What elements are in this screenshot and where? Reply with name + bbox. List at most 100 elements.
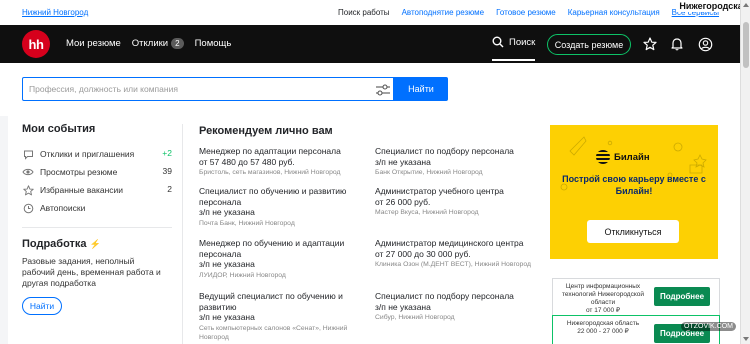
main-content: Мои события Отклики и приглашения +2 Про… (8, 116, 740, 344)
beeline-brand: Билайн (596, 150, 650, 164)
banner-respond-button[interactable]: Откликнуться (587, 220, 679, 243)
ad-employer: Центр информационных технологий Нижегоро… (561, 283, 645, 306)
vacancy-salary: з/п не указана (199, 207, 255, 217)
beeline-logo-icon (596, 150, 610, 164)
ad-more-button[interactable]: Подробнее (654, 287, 710, 306)
banner-slogan: Построй свою карьеру вместе с Билайн! (562, 174, 706, 196)
vacancy-company: Бристоль, сеть магазинов, Нижний Новгоро… (199, 169, 341, 176)
vacancy-salary: з/п не указана (199, 312, 255, 322)
favorites-star-icon[interactable] (642, 36, 658, 52)
recommendations-panel: Рекомендуем лично вам Менеджер по адапта… (199, 125, 539, 341)
watermark: OTZOVIK.COM (681, 322, 736, 331)
ad-card[interactable]: Центр информационных технологий Нижегоро… (552, 278, 720, 316)
event-label: Просмотры резюме (40, 167, 118, 177)
main-header: hh Мои резюме Отклики 2 Помощь Поиск Созд… (0, 25, 740, 63)
vacancy-card[interactable]: Менеджер по адаптации персонала от 57 48… (199, 146, 364, 177)
event-label: Избранные вакансии (40, 185, 124, 195)
vacancy-company: Сеть компьютерных салонов «Сенат», Нижни… (199, 324, 348, 341)
ad-salary: от 17 000 ₽ (585, 307, 621, 314)
vacancy-company: Банк Открытие, Нижний Новгород (375, 169, 483, 176)
event-item-views[interactable]: Просмотры резюме 39 (22, 163, 172, 181)
scrollbar-thumb[interactable] (743, 22, 749, 68)
part-time-title: Подработка ⚡ (22, 238, 172, 250)
ad-employer: Нижегородская область (566, 320, 640, 327)
service-link-career-consult[interactable]: Карьерная консультация (568, 8, 660, 17)
service-link-job-search[interactable]: Поиск работы (338, 8, 390, 17)
vacancy-salary: от 26 000 руб. (375, 196, 431, 207)
events-title: Мои события (22, 123, 96, 135)
vacancy-company: ЛУИДОР, Нижний Новгород (199, 271, 286, 279)
event-item-responses[interactable]: Отклики и приглашения +2 (22, 145, 172, 163)
filters-icon[interactable] (375, 83, 391, 102)
vacancy-company: Почта Банк, Нижний Новгород (199, 219, 295, 227)
vacancy-title[interactable]: Ведущий специалист по обучению и развити… (199, 291, 349, 312)
event-item-autosearch[interactable]: Автопоиски (22, 199, 172, 217)
part-time-find-button[interactable]: Найти (22, 297, 62, 315)
part-time-section: Подработка ⚡ Разовые задания, неполный р… (22, 238, 172, 315)
nav-responses-label: Отклики (131, 38, 169, 49)
beeline-brand-name: Билайн (614, 151, 650, 163)
vacancy-title[interactable]: Специалист по подбору персонала (375, 146, 540, 157)
star-icon (22, 184, 34, 196)
vacancy-title[interactable]: Администратор учебного центра (375, 186, 540, 197)
nav-my-resumes[interactable]: Мои резюме (66, 38, 121, 49)
service-link-autoraise[interactable]: Автоподнятие резюме (402, 8, 485, 17)
vacancy-title[interactable]: Менеджер по адаптации персонала (199, 146, 364, 157)
vacancy-card[interactable]: Ведущий специалист по обучению и развити… (199, 291, 349, 342)
responses-count-badge: 2 (171, 38, 184, 49)
recommendations-title: Рекомендуем лично вам (199, 125, 333, 137)
my-events-panel: Мои события Отклики и приглашения +2 Про… (22, 123, 172, 315)
header-nav: Мои резюме Отклики 2 Помощь (66, 38, 231, 49)
search-field-wrapper (22, 77, 394, 101)
create-resume-button[interactable]: Создать резюме (547, 34, 631, 55)
vacancy-title[interactable]: Специалист по обучению и развитию персон… (199, 186, 349, 207)
event-count: 39 (162, 166, 172, 176)
vacancy-salary: з/п не указана (375, 301, 431, 312)
ad-salary: 22 000 - 27 000 ₽ (577, 328, 629, 335)
beeline-banner[interactable]: Билайн Построй свою карьеру вместе с Бил… (550, 125, 718, 259)
clock-icon (22, 202, 34, 214)
vacancy-card[interactable]: Специалист по подбору персонала з/п не у… (375, 146, 540, 177)
event-item-favorites[interactable]: Избранные вакансии 2 (22, 181, 172, 199)
scroll-up-arrow-icon[interactable] (743, 3, 749, 7)
vacancy-salary: от 57 480 до 57 480 руб. (199, 156, 295, 167)
profile-icon[interactable] (697, 36, 713, 52)
vacancy-salary: от 27 000 до 30 000 руб. (375, 248, 471, 259)
search-bar-section: Найти (0, 63, 740, 116)
vacancy-card[interactable]: Администратор учебного центра от 26 000 … (375, 186, 540, 217)
vacancy-salary: з/п не указана (199, 259, 255, 269)
vacancy-salary: з/п не указана (375, 156, 431, 167)
header-search-link[interactable]: Поиск (492, 36, 536, 61)
page-scrollbar[interactable] (740, 0, 750, 344)
ad-text: Нижегородская область 22 000 - 27 000 ₽ (557, 320, 649, 336)
services-links: Поиск работы Автоподнятие резюме Готовое… (338, 8, 719, 17)
header-search-label: Поиск (509, 36, 536, 48)
search-submit-button[interactable]: Найти (394, 77, 448, 101)
vacancy-company: Клиника Озон (М.ДЕНТ ВЕСТ), Нижний Новго… (375, 261, 531, 268)
vacancy-title[interactable]: Администратор медицинского центра (375, 238, 540, 249)
lightning-icon: ⚡ (89, 239, 101, 249)
event-count: 2 (167, 184, 172, 194)
hh-logo[interactable]: hh (22, 30, 50, 58)
search-input[interactable] (29, 82, 359, 96)
vacancy-card[interactable]: Специалист по обучению и развитию персон… (199, 186, 349, 228)
scroll-down-arrow-icon[interactable] (743, 337, 749, 341)
vacancy-title[interactable]: Специалист по подбору персонала (375, 291, 540, 302)
ad-text: Центр информационных технологий Нижегоро… (557, 283, 649, 315)
nav-help[interactable]: Помощь (195, 38, 232, 49)
event-label: Автопоиски (40, 203, 86, 213)
vacancy-card[interactable]: Администратор медицинского центра от 27 … (375, 238, 540, 269)
corner-region-label: Нижегородская (676, 0, 750, 12)
eye-icon (22, 166, 34, 178)
bell-icon[interactable] (669, 36, 685, 52)
vacancy-card[interactable]: Специалист по подбору персонала з/п не у… (375, 291, 540, 322)
region-link[interactable]: Нижний Новгород (22, 8, 88, 17)
vacancy-card[interactable]: Менеджер по обучению и адаптации персона… (199, 238, 349, 280)
nav-responses[interactable]: Отклики 2 (132, 38, 184, 49)
vacancy-title[interactable]: Менеджер по обучению и адаптации персона… (199, 238, 349, 259)
column-divider (182, 124, 183, 344)
vacancy-company: Мастер Вкуса, Нижний Новгород (375, 209, 479, 216)
event-count: +2 (162, 148, 172, 158)
service-link-ready-resume[interactable]: Готовое резюме (496, 8, 556, 17)
event-label: Отклики и приглашения (40, 149, 135, 159)
